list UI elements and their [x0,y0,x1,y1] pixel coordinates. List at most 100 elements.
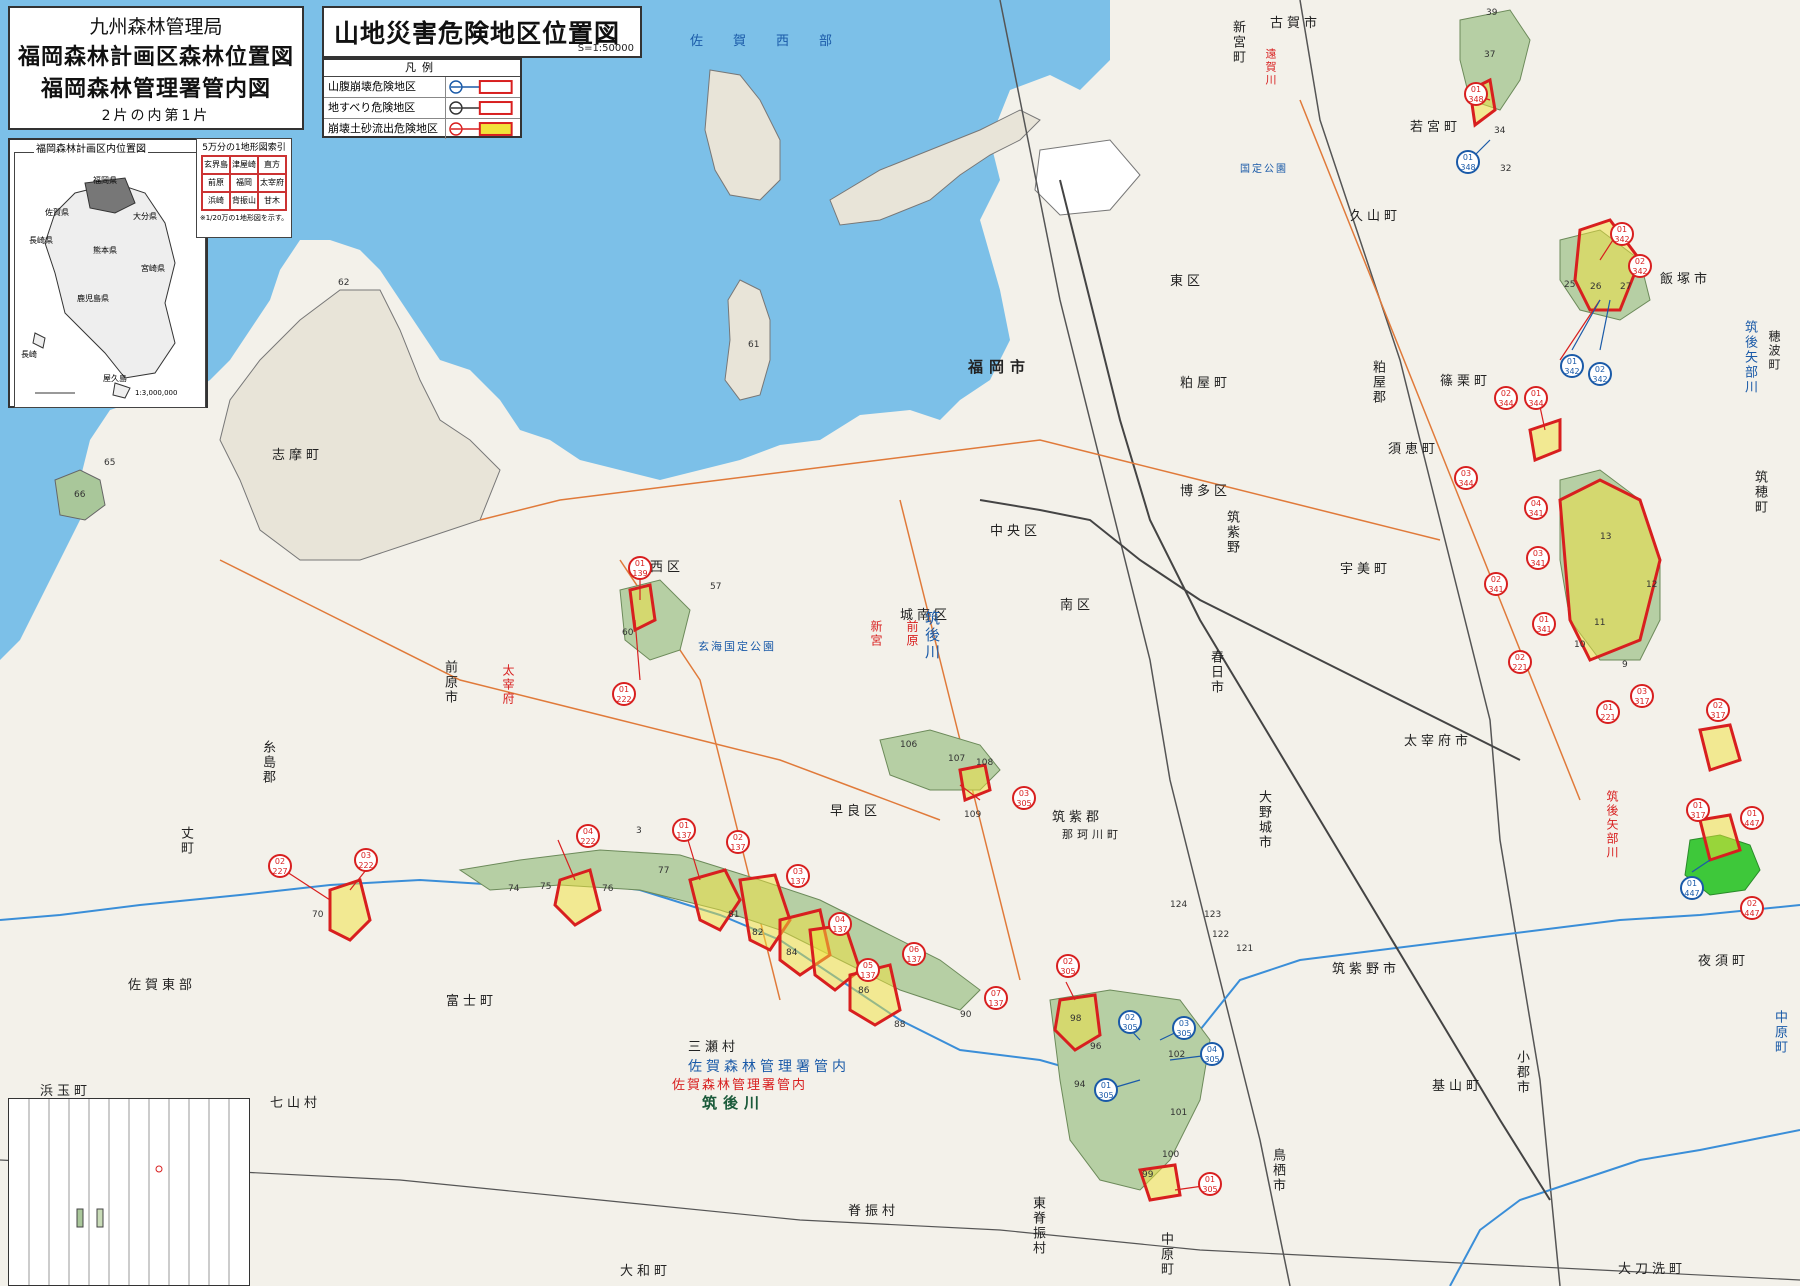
place-sasaguri: 篠栗町 [1440,374,1492,389]
legend-label: 山腹崩壊危険地区 [324,77,447,97]
hazard-marker[interactable]: 01 348 [1464,82,1488,106]
hazard-marker[interactable]: 01 344 [1524,386,1548,410]
place-nanayama: 七山村 [270,1096,322,1111]
hazard-marker[interactable]: 05 137 [856,958,880,982]
place-koga: 古賀市 [1270,16,1322,31]
place-shime: 筑紫野 [1224,510,1239,555]
compartment-number: 94 [1074,1080,1086,1090]
hazard-marker-blue[interactable]: 03 305 [1172,1016,1196,1040]
place-tosu: 鳥栖市 [1270,1148,1285,1193]
place-onga-river: 筑後矢部川 [1742,320,1757,395]
place-dazaifu: 太宰府市 [1404,734,1473,749]
compartment-number: 123 [1204,910,1222,920]
place-hamatama: 浜玉町 [40,1084,92,1099]
hazard-marker[interactable]: 02 344 [1494,386,1518,410]
compartment-number: 101 [1170,1108,1188,1118]
scale-text: S=1:50000 [577,43,634,54]
place-wakamiya: 若宮町 [1410,120,1462,135]
place-jo: 丈町 [178,826,193,856]
index-cell: 浜崎 [202,192,230,210]
hazard-marker[interactable]: 01 139 [628,556,652,580]
legend-row-debris: 崩壊土砂流出危険地区 [324,119,520,139]
index-cell: 玄界島 [202,156,230,174]
hazard-marker-blue[interactable]: 04 305 [1200,1042,1224,1066]
hazard-marker-blue[interactable]: 01 342 [1560,354,1584,378]
hazard-marker[interactable]: 03 341 [1526,546,1550,570]
compartment-number: 66 [74,490,86,500]
hazard-marker[interactable]: 03 344 [1454,466,1478,490]
hazard-marker-blue[interactable]: 01 447 [1680,876,1704,900]
hazard-marker[interactable]: 02 342 [1628,254,1652,278]
inset-label: 佐賀県 [45,208,69,217]
hazard-marker[interactable]: 04 341 [1524,496,1548,520]
compartment-number: 34 [1494,126,1506,136]
hazard-marker[interactable]: 01 342 [1610,222,1634,246]
hazard-marker[interactable]: 04 137 [828,912,852,936]
place-sue: 須恵町 [1388,442,1440,457]
place-kasuga: 春日市 [1208,650,1223,695]
place-itoshima: 糸島郡 [260,740,275,785]
title-office: 福岡森林管理署管内図 [40,77,271,102]
compartment-number: 122 [1212,930,1230,940]
place-genkai-park-2: 国定公園 [1240,164,1288,175]
hazard-marker[interactable]: 02 221 [1508,650,1532,674]
place-yasu: 夜須町 [1698,954,1750,969]
compartment-number: 98 [1070,1014,1082,1024]
inset-label: 宮崎県 [141,264,165,273]
hazard-marker[interactable]: 07 137 [984,986,1008,1010]
compartment-number: 81 [728,910,740,920]
hazard-marker[interactable]: 01 221 [1596,700,1620,724]
hazard-marker[interactable]: 01 317 [1686,798,1710,822]
hazard-marker-blue[interactable]: 01 305 [1094,1078,1118,1102]
place-genkai-park: 玄海国定公園 [698,640,776,653]
compartment-number: 76 [602,884,614,894]
index-title: 5万分の1地形図索引 [202,143,286,153]
hazard-marker[interactable]: 01 341 [1532,612,1556,636]
hazard-marker[interactable]: 01 305 [1198,1172,1222,1196]
hazard-marker[interactable]: 03 137 [786,864,810,888]
inset-location-map: 福岡県 佐賀県 大分県 長崎県 熊本県 宮崎県 鹿児島県 屋久島 長崎 1:3,… [8,138,208,408]
hazard-marker[interactable]: 02 341 [1484,572,1508,596]
place-mitsuse: 三瀬村 [688,1040,740,1055]
hazard-marker-blue[interactable]: 02 305 [1118,1010,1142,1034]
compartment-number: 74 [508,884,520,894]
hazard-marker[interactable]: 01 137 [672,818,696,842]
hazard-marker[interactable]: 04 222 [576,824,600,848]
hazard-marker[interactable]: 06 137 [902,942,926,966]
hazard-marker[interactable]: 03 305 [1012,786,1036,810]
hazard-area [628,583,657,633]
hazard-marker[interactable]: 01 447 [1740,806,1764,830]
compartment-number: 65 [104,458,116,468]
place-yamato: 大和町 [620,1264,672,1279]
hazard-marker-blue[interactable]: 02 342 [1588,362,1612,386]
hazard-marker[interactable]: 01 222 [612,682,636,706]
title-org: 九州森林管理局 [89,16,223,38]
compartment-number: 26 [1590,282,1602,292]
inset-label: 熊本県 [93,246,117,255]
place-chikuho: 筑穂町 [1752,470,1767,515]
hazard-marker[interactable]: 02 447 [1740,896,1764,920]
hazard-marker[interactable]: 02 137 [726,830,750,854]
place-kasuya-gun: 粕屋郡 [1370,360,1385,405]
place-chuo-ku: 中央区 [990,524,1042,539]
hazard-marker[interactable]: 03 222 [354,848,378,872]
compartment-number: 77 [658,866,670,876]
place-maebaru: 前原市 [442,660,457,705]
hazard-marker[interactable]: 02 227 [268,854,292,878]
inset-label: 鹿児島県 [77,294,109,303]
hazard-marker[interactable]: 02 305 [1056,954,1080,978]
compartment-number: 99 [1142,1170,1154,1180]
legend-label: 地すべり危険地区 [324,98,447,118]
compartment-number: 27 [1620,282,1632,292]
place-kasuya-machi: 粕屋町 [1180,376,1232,391]
place-onojo: 大野城市 [1256,790,1271,850]
hazard-marker[interactable]: 03 317 [1630,684,1654,708]
hazard-marker-blue[interactable]: 01 348 [1456,150,1480,174]
place-saga-office: 佐賀森林管理署管内 [672,1078,808,1093]
compartment-number: 70 [312,910,324,920]
compartment-number: 96 [1090,1042,1102,1052]
place-minami-ku: 南区 [1060,598,1095,613]
hazard-marker[interactable]: 02 317 [1706,698,1730,722]
place-maebaru-red: 太宰府 [501,664,515,706]
compartment-number: 106 [900,740,918,750]
